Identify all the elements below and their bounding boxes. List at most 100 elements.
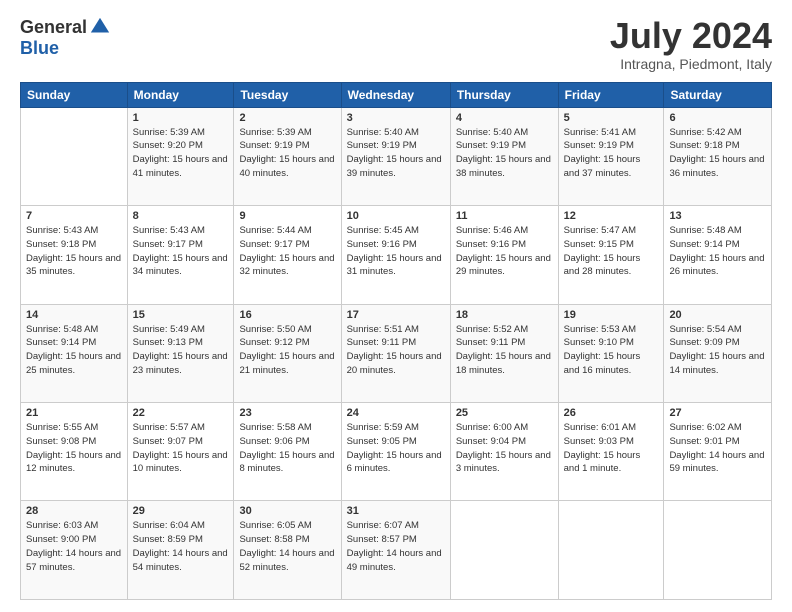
month-title: July 2024 (610, 16, 772, 56)
weekday-header-wednesday: Wednesday (341, 82, 450, 107)
calendar-cell: 18 Sunrise: 5:52 AMSunset: 9:11 PMDayligh… (450, 304, 558, 402)
day-info: Sunrise: 5:45 AMSunset: 9:16 PMDaylight:… (347, 224, 445, 279)
calendar-cell: 5Sunrise: 5:41 AMSunset: 9:19 PMDaylight… (558, 107, 664, 205)
day-info: Sunrise: 5:48 AMSunset: 9:14 PMDaylight:… (26, 323, 122, 378)
calendar-cell: 26 Sunrise: 6:01 AMSunset: 9:03 PMDayligh… (558, 403, 664, 501)
weekday-header-tuesday: Tuesday (234, 82, 341, 107)
weekday-header-thursday: Thursday (450, 82, 558, 107)
calendar-cell: 4 Sunrise: 5:40 AMSunset: 9:19 PMDaylight… (450, 107, 558, 205)
calendar-cell: 7 Sunrise: 5:43 AMSunset: 9:18 PMDaylight… (21, 206, 128, 304)
day-info: Sunrise: 5:43 AMSunset: 9:17 PMDaylight:… (133, 224, 229, 279)
logo-icon (89, 16, 111, 38)
calendar-cell: 15 Sunrise: 5:49 AMSunset: 9:13 PMDayligh… (127, 304, 234, 402)
day-number: 2 (239, 112, 335, 124)
day-number: 31 (347, 505, 445, 517)
day-number: 14 (26, 309, 122, 321)
day-number: 30 (239, 505, 335, 517)
week-row-2: 14 Sunrise: 5:48 AMSunset: 9:14 PMDayligh… (21, 304, 772, 402)
calendar-table: SundayMondayTuesdayWednesdayThursdayFrid… (20, 82, 772, 600)
calendar-cell: 22Sunrise: 5:57 AMSunset: 9:07 PMDayligh… (127, 403, 234, 501)
day-info: Sunrise: 6:00 AMSunset: 9:04 PMDaylight:… (456, 421, 553, 476)
day-number: 15 (133, 309, 229, 321)
week-row-0: 1Sunrise: 5:39 AMSunset: 9:20 PMDaylight… (21, 107, 772, 205)
day-number: 8 (133, 210, 229, 222)
day-info: Sunrise: 5:44 AMSunset: 9:17 PMDaylight:… (239, 224, 335, 279)
day-info: Sunrise: 6:05 AMSunset: 8:58 PMDaylight:… (239, 519, 335, 574)
calendar-cell: 25 Sunrise: 6:00 AMSunset: 9:04 PMDayligh… (450, 403, 558, 501)
week-row-3: 21 Sunrise: 5:55 AMSunset: 9:08 PMDayligh… (21, 403, 772, 501)
day-number: 26 (564, 407, 659, 419)
calendar-cell: 2 Sunrise: 5:39 AMSunset: 9:19 PMDaylight… (234, 107, 341, 205)
calendar-cell: 20 Sunrise: 5:54 AMSunset: 9:09 PMDayligh… (664, 304, 772, 402)
calendar-cell: 17Sunrise: 5:51 AMSunset: 9:11 PMDayligh… (341, 304, 450, 402)
day-info: Sunrise: 6:02 AMSunset: 9:01 PMDaylight:… (669, 421, 766, 476)
weekday-header-friday: Friday (558, 82, 664, 107)
day-info: Sunrise: 5:50 AMSunset: 9:12 PMDaylight:… (239, 323, 335, 378)
day-number: 4 (456, 112, 553, 124)
day-info: Sunrise: 6:03 AMSunset: 9:00 PMDaylight:… (26, 519, 122, 574)
day-number: 7 (26, 210, 122, 222)
calendar-cell (450, 501, 558, 600)
calendar-cell: 9Sunrise: 5:44 AMSunset: 9:17 PMDaylight… (234, 206, 341, 304)
title-block: July 2024 Intragna, Piedmont, Italy (610, 16, 772, 72)
day-info: Sunrise: 5:41 AMSunset: 9:19 PMDaylight:… (564, 126, 659, 181)
weekday-header-saturday: Saturday (664, 82, 772, 107)
calendar-cell: 12 Sunrise: 5:47 AMSunset: 9:15 PMDayligh… (558, 206, 664, 304)
weekday-header-sunday: Sunday (21, 82, 128, 107)
calendar-cell: 27 Sunrise: 6:02 AMSunset: 9:01 PMDayligh… (664, 403, 772, 501)
day-info: Sunrise: 5:40 AMSunset: 9:19 PMDaylight:… (347, 126, 445, 181)
calendar-cell: 10Sunrise: 5:45 AMSunset: 9:16 PMDayligh… (341, 206, 450, 304)
calendar-cell: 13 Sunrise: 5:48 AMSunset: 9:14 PMDayligh… (664, 206, 772, 304)
day-info: Sunrise: 5:40 AMSunset: 9:19 PMDaylight:… (456, 126, 553, 181)
day-info: Sunrise: 5:51 AMSunset: 9:11 PMDaylight:… (347, 323, 445, 378)
calendar-cell (664, 501, 772, 600)
day-info: Sunrise: 5:54 AMSunset: 9:09 PMDaylight:… (669, 323, 766, 378)
day-number: 28 (26, 505, 122, 517)
day-info: Sunrise: 5:49 AMSunset: 9:13 PMDaylight:… (133, 323, 229, 378)
day-number: 16 (239, 309, 335, 321)
day-number: 27 (669, 407, 766, 419)
day-info: Sunrise: 5:42 AMSunset: 9:18 PMDaylight:… (669, 126, 766, 181)
week-row-1: 7 Sunrise: 5:43 AMSunset: 9:18 PMDaylight… (21, 206, 772, 304)
day-info: Sunrise: 6:01 AMSunset: 9:03 PMDaylight:… (564, 421, 659, 476)
day-number: 29 (133, 505, 229, 517)
day-number: 23 (239, 407, 335, 419)
calendar-cell: 16 Sunrise: 5:50 AMSunset: 9:12 PMDayligh… (234, 304, 341, 402)
calendar-cell: 14 Sunrise: 5:48 AMSunset: 9:14 PMDayligh… (21, 304, 128, 402)
calendar-cell (21, 107, 128, 205)
location: Intragna, Piedmont, Italy (610, 56, 772, 72)
calendar-cell: 21 Sunrise: 5:55 AMSunset: 9:08 PMDayligh… (21, 403, 128, 501)
calendar-cell: 3Sunrise: 5:40 AMSunset: 9:19 PMDaylight… (341, 107, 450, 205)
day-info: Sunrise: 6:07 AMSunset: 8:57 PMDaylight:… (347, 519, 445, 574)
day-info: Sunrise: 5:48 AMSunset: 9:14 PMDaylight:… (669, 224, 766, 279)
day-info: Sunrise: 5:43 AMSunset: 9:18 PMDaylight:… (26, 224, 122, 279)
calendar-cell: 11 Sunrise: 5:46 AMSunset: 9:16 PMDayligh… (450, 206, 558, 304)
calendar-cell: 19Sunrise: 5:53 AMSunset: 9:10 PMDayligh… (558, 304, 664, 402)
day-info: Sunrise: 5:57 AMSunset: 9:07 PMDaylight:… (133, 421, 229, 476)
day-info: Sunrise: 5:55 AMSunset: 9:08 PMDaylight:… (26, 421, 122, 476)
day-number: 21 (26, 407, 122, 419)
calendar-cell: 23 Sunrise: 5:58 AMSunset: 9:06 PMDayligh… (234, 403, 341, 501)
day-number: 11 (456, 210, 553, 222)
day-info: Sunrise: 5:39 AMSunset: 9:19 PMDaylight:… (239, 126, 335, 181)
day-number: 20 (669, 309, 766, 321)
day-number: 19 (564, 309, 659, 321)
calendar-cell: 31 Sunrise: 6:07 AMSunset: 8:57 PMDayligh… (341, 501, 450, 600)
day-number: 1 (133, 112, 229, 124)
calendar-cell (558, 501, 664, 600)
weekday-header-monday: Monday (127, 82, 234, 107)
day-info: Sunrise: 6:04 AMSunset: 8:59 PMDaylight:… (133, 519, 229, 574)
header: General Blue July 2024 Intragna, Piedmon… (20, 16, 772, 72)
day-number: 13 (669, 210, 766, 222)
day-info: Sunrise: 5:52 AMSunset: 9:11 PMDaylight:… (456, 323, 553, 378)
day-number: 25 (456, 407, 553, 419)
day-info: Sunrise: 5:47 AMSunset: 9:15 PMDaylight:… (564, 224, 659, 279)
logo-general-text: General (20, 17, 87, 38)
day-number: 18 (456, 309, 553, 321)
day-number: 12 (564, 210, 659, 222)
calendar-cell: 1Sunrise: 5:39 AMSunset: 9:20 PMDaylight… (127, 107, 234, 205)
page: General Blue July 2024 Intragna, Piedmon… (0, 0, 792, 612)
day-info: Sunrise: 5:58 AMSunset: 9:06 PMDaylight:… (239, 421, 335, 476)
day-info: Sunrise: 5:46 AMSunset: 9:16 PMDaylight:… (456, 224, 553, 279)
day-number: 6 (669, 112, 766, 124)
